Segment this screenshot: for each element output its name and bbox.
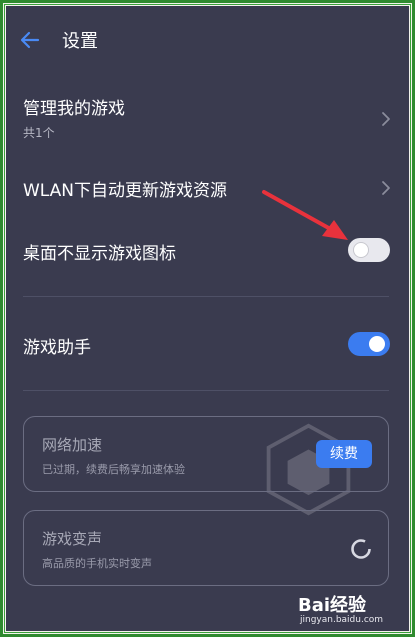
divider [23,390,389,391]
settings-screen: 设置 管理我的游戏 共1个 WLAN下自动更新游戏资源 桌面不显示游戏图标 游戏… [6,6,409,631]
page-title: 设置 [62,31,98,52]
manage-games-label: 管理我的游戏 [23,99,125,119]
chevron-right-icon [382,112,390,126]
baidu-jingyan-watermark: Bai经验 jingyan.baidu.com [298,591,408,631]
network-acceleration-subtitle: 已过期，续费后畅享加速体验 [42,463,185,476]
watermark-url: jingyan.baidu.com [300,615,384,625]
voice-changer-subtitle: 高品质的手机实时变声 [42,557,152,570]
toggle-knob [369,336,385,352]
game-assistant-label: 游戏助手 [23,338,91,358]
divider [23,296,389,297]
annotation-arrow-icon [262,190,348,240]
back-arrow-icon[interactable] [18,28,42,52]
wlan-update-label: WLAN下自动更新游戏资源 [23,181,228,201]
loading-spinner-icon [351,539,371,559]
renew-button[interactable]: 续费 [316,440,372,468]
voice-changer-title: 游戏变声 [42,530,103,548]
game-assistant-toggle[interactable] [348,332,390,356]
voice-changer-card[interactable]: 游戏变声 高品质的手机实时变声 [23,510,389,586]
watermark-brand: Bai经验 [298,595,367,616]
network-acceleration-title: 网络加速 [42,436,103,454]
network-acceleration-card[interactable]: 网络加速 已过期，续费后畅享加速体验 续费 [23,416,389,492]
manage-games-count: 共1个 [23,126,55,140]
chevron-right-icon [382,181,390,195]
hide-icon-label: 桌面不显示游戏图标 [23,244,176,264]
